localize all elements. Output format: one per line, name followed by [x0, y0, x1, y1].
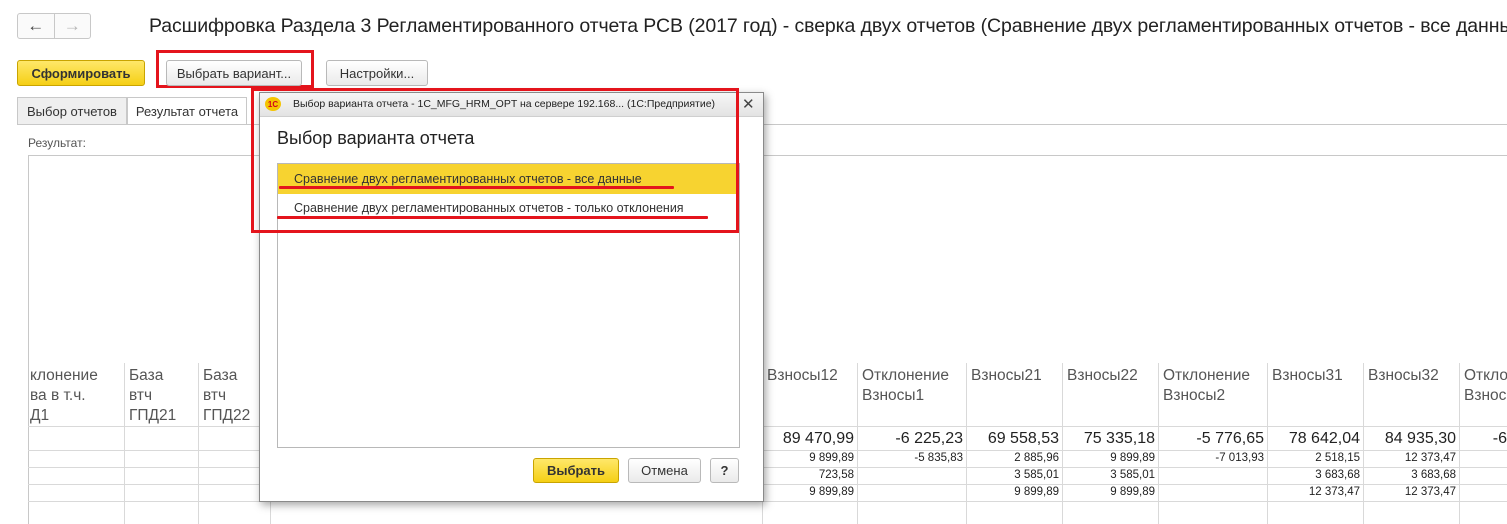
- table-cell: 89 470,99: [782, 430, 854, 447]
- table-cell: -6 225,23: [895, 430, 963, 447]
- help-button[interactable]: ?: [710, 458, 739, 483]
- table-cell: 9 899,89: [809, 486, 854, 498]
- table-cell: 3 683,68: [1315, 469, 1360, 481]
- column-header: Откло Взнос: [1464, 367, 1507, 404]
- table-cell: 2 885,96: [1014, 452, 1059, 464]
- table-cell: 12 373,47: [1308, 486, 1360, 498]
- table-cell: -6: [1492, 430, 1507, 447]
- column-header: Взносы21: [971, 367, 1042, 384]
- column-header: Взносы22: [1067, 367, 1138, 384]
- column-header: Взносы31: [1272, 367, 1343, 384]
- table-cell: 75 335,18: [1083, 430, 1155, 447]
- table-cell: 69 558,53: [987, 430, 1059, 447]
- table-cell: 78 642,04: [1288, 430, 1360, 447]
- table-cell: 9 899,89: [1014, 486, 1059, 498]
- table-cell: 3 683,68: [1411, 469, 1456, 481]
- column-header: Отклонение Взносы1: [862, 367, 949, 404]
- table-cell: 3 585,01: [1110, 469, 1155, 481]
- table-cell: 723,58: [818, 469, 854, 481]
- table-cell: -5 776,65: [1196, 430, 1264, 447]
- table-cell: 12 373,47: [1404, 452, 1456, 464]
- column-header: Взносы32: [1368, 367, 1439, 384]
- column-header: Отклонение Взносы2: [1163, 367, 1250, 404]
- table-cell: 84 935,30: [1384, 430, 1456, 447]
- column-header: клонение ва в т.ч. Д1: [30, 367, 98, 424]
- table-cell: -7 013,93: [1215, 452, 1264, 464]
- table-cell: 9 899,89: [1110, 452, 1155, 464]
- select-button[interactable]: Выбрать: [533, 458, 619, 483]
- cancel-button[interactable]: Отмена: [628, 458, 701, 483]
- column-header: База втч ГПД21: [129, 367, 177, 424]
- table-cell: 12 373,47: [1404, 486, 1456, 498]
- table-cell: 2 518,15: [1315, 452, 1360, 464]
- table-cell: 9 899,89: [1110, 486, 1155, 498]
- close-icon[interactable]: ✕: [742, 95, 755, 113]
- table-cell: 9 899,89: [809, 452, 854, 464]
- dialog-highlight: [251, 88, 739, 233]
- table-cell: 3 585,01: [1014, 469, 1059, 481]
- table-cell: -5 835,83: [914, 452, 963, 464]
- column-header: База втч ГПД22: [203, 367, 251, 424]
- column-header: Взносы12: [767, 367, 838, 384]
